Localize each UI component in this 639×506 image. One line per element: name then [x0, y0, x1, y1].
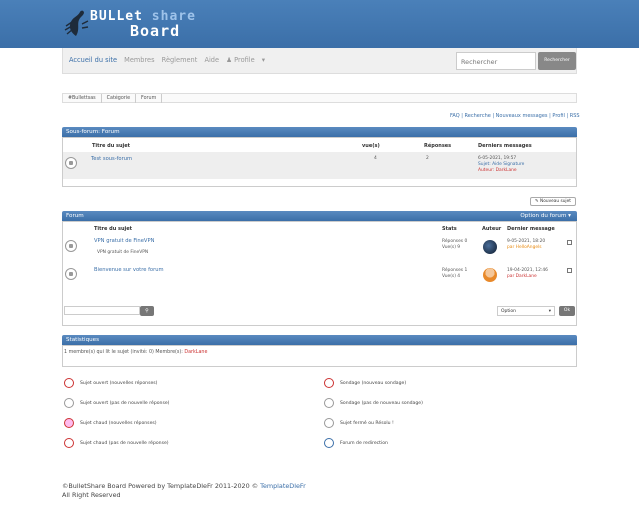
quick-links[interactable]: FAQ | Recherche | Nouveaux messages | Pr… [450, 113, 580, 119]
legend-locked: Sujet fermé ou Résolu ! [340, 421, 394, 426]
nav-home[interactable]: Accueil du site [69, 56, 117, 64]
breadcrumb-category[interactable]: Catégorie [102, 94, 137, 103]
search-button[interactable]: Rechercher [538, 52, 576, 70]
stats-panel [62, 345, 577, 367]
footer-link[interactable]: TemplateDleFr [260, 482, 306, 490]
subforum-col-views: vue(s) [362, 143, 380, 149]
redirect-icon [324, 438, 334, 448]
subforum-col-topic: Titre du sujet [92, 143, 131, 149]
subforum-replies: 2 [426, 156, 429, 161]
brand-logo[interactable]: BULLet share Board [90, 10, 196, 40]
topic-hot-new-icon [64, 418, 74, 428]
nav-members[interactable]: Membres [124, 56, 154, 64]
topic-link-1[interactable]: VPN gratuit de FineVPN [94, 238, 154, 244]
legend-hot: Sujet chaud (pas de nouvelle réponse) [80, 441, 169, 446]
legend-hot-new: Sujet chaud (nouvelles réponses) [80, 421, 157, 426]
topic-open-icon [65, 268, 77, 280]
topic-open-icon [65, 157, 77, 169]
poll-icon [324, 398, 334, 408]
topic-open-new-icon [64, 378, 74, 388]
topic-select-checkbox[interactable] [567, 268, 572, 273]
new-topic-button[interactable]: ✎ Nouveau sujet [530, 197, 576, 206]
forum-col-topic: Titre du sujet [94, 226, 133, 232]
new-topic-label: Nouveau sujet [540, 199, 571, 204]
avatar[interactable] [483, 240, 497, 254]
topic-open-icon [64, 398, 74, 408]
stats-member-link[interactable]: DarkLane [184, 350, 207, 355]
footer-rights: All Right Reserved [62, 491, 121, 499]
breadcrumb-forum[interactable]: Forum [136, 94, 163, 103]
subforum-last-author[interactable]: Auteur: DarkLane [478, 168, 524, 174]
nav-rules[interactable]: Règlement [162, 56, 198, 64]
topic-last-1: 9-05-2021, 18:20 par HelloAngels [507, 239, 545, 251]
forum-col-author: Auteur [482, 226, 502, 232]
stats-header: Statistiques [62, 335, 577, 345]
topic-select-checkbox[interactable] [567, 240, 572, 245]
stats-text: 1 membre(s) qui lit le sujet (invité: 0)… [64, 350, 207, 356]
subforum-col-last: Derniers messages [478, 143, 532, 149]
legend-redirect: Forum de redirection [340, 441, 388, 446]
nav-profile-label: Profile [234, 56, 255, 64]
forum-options-menu[interactable]: Option du forum ▾ [520, 213, 571, 219]
legend-open: Sujet ouvert (pas de nouvelle réponse) [80, 401, 170, 406]
forum-search-input[interactable] [64, 306, 140, 315]
subforum-col-replies: Réponses [424, 143, 452, 149]
forum-option-selected: Option [501, 309, 517, 314]
site-footer: ©BulletShare Board Powered by TemplateDl… [62, 482, 306, 500]
search-input[interactable]: Rechercher [456, 52, 536, 70]
legend-poll: Sondage (pas de nouveau sondage) [340, 401, 423, 406]
topic-last-by-2[interactable]: par DarkLane [507, 274, 548, 280]
topic-stats-2: Réponses 1 Vue(s) 4 [442, 268, 467, 280]
topic-sub-1: VPN gratuit de FineVPN [97, 250, 149, 255]
scorpion-logo-icon[interactable] [62, 8, 90, 38]
lock-icon [324, 418, 334, 428]
forum-col-stats: Stats [442, 226, 457, 232]
forum-options-label: Option du forum [520, 213, 567, 219]
stats-readers: 1 membre(s) qui lit le sujet (invité: 0)… [64, 350, 185, 355]
search-icon: ⚲ [145, 308, 149, 314]
footer-copyright: ©BulletShare Board Powered by TemplateDl… [62, 482, 261, 490]
poll-new-icon [324, 378, 334, 388]
topic-hot-icon [64, 438, 74, 448]
topic-last-by-1[interactable]: par HelloAngels [507, 245, 545, 251]
ok-button[interactable]: Ok [559, 306, 575, 316]
chevron-down-icon: ▾ [548, 309, 551, 314]
forum-col-last: Dernier message [507, 226, 555, 232]
subforum-topic-link[interactable]: Test sous-forum [91, 156, 132, 162]
forum-header: Forum Option du forum ▾ [62, 211, 577, 221]
breadcrumb-home[interactable]: #Bullettsas [63, 94, 102, 103]
forum-title: Forum [66, 213, 84, 219]
subforum-views: 4 [374, 156, 377, 161]
brand-word-3: Board [130, 22, 181, 40]
forum-search-button[interactable]: ⚲ [140, 306, 154, 316]
nav-help[interactable]: Aide [204, 56, 219, 64]
topic-stats-1: Réponses 0 Vue(s) 9 [442, 239, 467, 251]
topic-open-icon [65, 240, 77, 252]
subforum-header: Sous-forum: Forum [62, 127, 577, 137]
topic-last-2: 19-04-2021, 12:46 par DarkLane [507, 268, 548, 280]
topic-views-2: Vue(s) 4 [442, 274, 461, 279]
subforum-last-post: 6-05-2021, 19:57 Sujet: Aide Signature A… [478, 156, 524, 174]
topic-link-2[interactable]: Bienvenue sur votre forum [94, 267, 164, 273]
site-header: BULLet share Board [0, 0, 639, 48]
nav-profile[interactable]: ♟ Profile ▾ [226, 56, 265, 64]
forum-option-select[interactable]: Option ▾ [497, 306, 555, 316]
legend-open-new: Sujet ouvert (nouvelles réponses) [80, 381, 158, 386]
legend-poll-new: Sondage (nouveau sondage) [340, 381, 407, 386]
topic-views-1: Vue(s) 9 [442, 245, 461, 250]
avatar[interactable] [483, 268, 497, 282]
breadcrumb: #Bullettsas Catégorie Forum [62, 93, 577, 103]
